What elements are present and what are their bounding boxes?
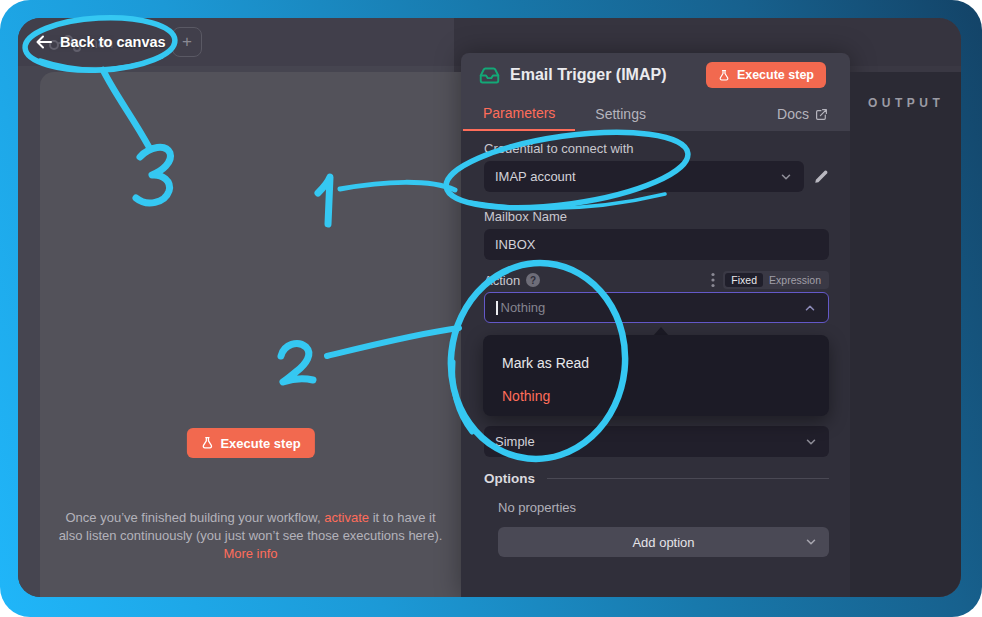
kebab-menu-icon[interactable] xyxy=(711,272,715,288)
divider xyxy=(547,478,829,479)
action-dropdown-menu: Mark as Read Nothing xyxy=(483,335,829,416)
options-section-header: Options xyxy=(484,471,829,486)
mailbox-value: INBOX xyxy=(495,237,535,252)
output-panel-label: OUTPUT xyxy=(850,72,961,110)
flask-icon xyxy=(718,69,730,82)
plus-icon: + xyxy=(182,32,192,52)
screenshot-frame: n8n Back to canvas + Execute step Once y… xyxy=(0,0,982,617)
pencil-icon[interactable] xyxy=(814,169,829,184)
chevron-down-icon xyxy=(804,435,818,449)
arrow-left-icon xyxy=(36,35,52,49)
note-text-2: it to have it xyxy=(369,510,435,525)
add-option-button[interactable]: Add option xyxy=(498,527,829,557)
text-cursor xyxy=(496,301,498,315)
chevron-up-icon xyxy=(803,301,817,315)
toggle-fixed[interactable]: Fixed xyxy=(725,273,763,287)
activate-note: Once you’ve finished building your workf… xyxy=(40,509,461,563)
credential-select[interactable]: IMAP account xyxy=(484,161,804,192)
add-tab-button[interactable]: + xyxy=(172,27,202,57)
note-text: Once you’ve finished building your workf… xyxy=(66,510,325,525)
fixed-expression-toggle[interactable]: Fixed Expression xyxy=(723,271,829,289)
docs-link[interactable]: Docs xyxy=(777,97,828,131)
tab-parameters[interactable]: Parameters xyxy=(463,97,575,131)
format-select[interactable]: Simple xyxy=(484,426,829,457)
execute-step-button-canvas[interactable]: Execute step xyxy=(186,428,314,458)
note-line-2: also listen continuously (you just won’t… xyxy=(40,527,461,545)
add-option-label: Add option xyxy=(632,535,694,550)
mailbox-label: Mailbox Name xyxy=(484,209,829,224)
external-link-icon xyxy=(815,108,828,121)
tab-settings[interactable]: Settings xyxy=(575,97,666,131)
action-value: Nothing xyxy=(501,300,804,315)
docs-label: Docs xyxy=(777,106,809,122)
more-info-link[interactable]: More info xyxy=(40,545,461,563)
execute-step-button-panel[interactable]: Execute step xyxy=(706,62,826,88)
mailbox-input[interactable]: INBOX xyxy=(484,229,829,260)
credential-value: IMAP account xyxy=(495,169,779,184)
credential-label: Credential to connect with xyxy=(484,141,829,156)
format-value: Simple xyxy=(495,434,804,449)
back-to-canvas-label: Back to canvas xyxy=(60,34,166,50)
activate-link[interactable]: activate xyxy=(324,510,369,525)
ndv-input-panel: Execute step Once you’ve finished buildi… xyxy=(40,72,461,597)
toggle-expression[interactable]: Expression xyxy=(763,273,827,287)
inbox-icon xyxy=(479,65,500,86)
action-row: Action ? Fixed Expression xyxy=(484,271,829,289)
node-settings-panel: Email Trigger (IMAP) Execute step Parame… xyxy=(461,53,850,597)
chevron-down-icon xyxy=(779,170,793,184)
flask-icon xyxy=(200,436,213,450)
option-nothing[interactable]: Nothing xyxy=(483,379,829,412)
options-label: Options xyxy=(484,471,535,486)
app-window: n8n Back to canvas + Execute step Once y… xyxy=(18,18,961,597)
action-select[interactable]: Nothing xyxy=(484,292,829,323)
back-to-canvas-button[interactable]: Back to canvas xyxy=(36,28,166,56)
node-title: Email Trigger (IMAP) xyxy=(510,66,706,84)
execute-step-label: Execute step xyxy=(737,68,814,82)
ndv-output-panel: OUTPUT xyxy=(850,72,961,597)
tab-bar: Parameters Settings Docs xyxy=(461,97,850,131)
parameters-pane: Credential to connect with IMAP account … xyxy=(461,131,850,597)
no-properties-text: No properties xyxy=(498,500,829,515)
execute-step-label: Execute step xyxy=(220,436,300,451)
node-header: Email Trigger (IMAP) Execute step xyxy=(461,53,850,97)
help-icon[interactable]: ? xyxy=(526,273,540,287)
action-label: Action xyxy=(484,273,520,288)
chevron-down-icon xyxy=(804,535,818,549)
option-mark-as-read[interactable]: Mark as Read xyxy=(483,346,829,379)
